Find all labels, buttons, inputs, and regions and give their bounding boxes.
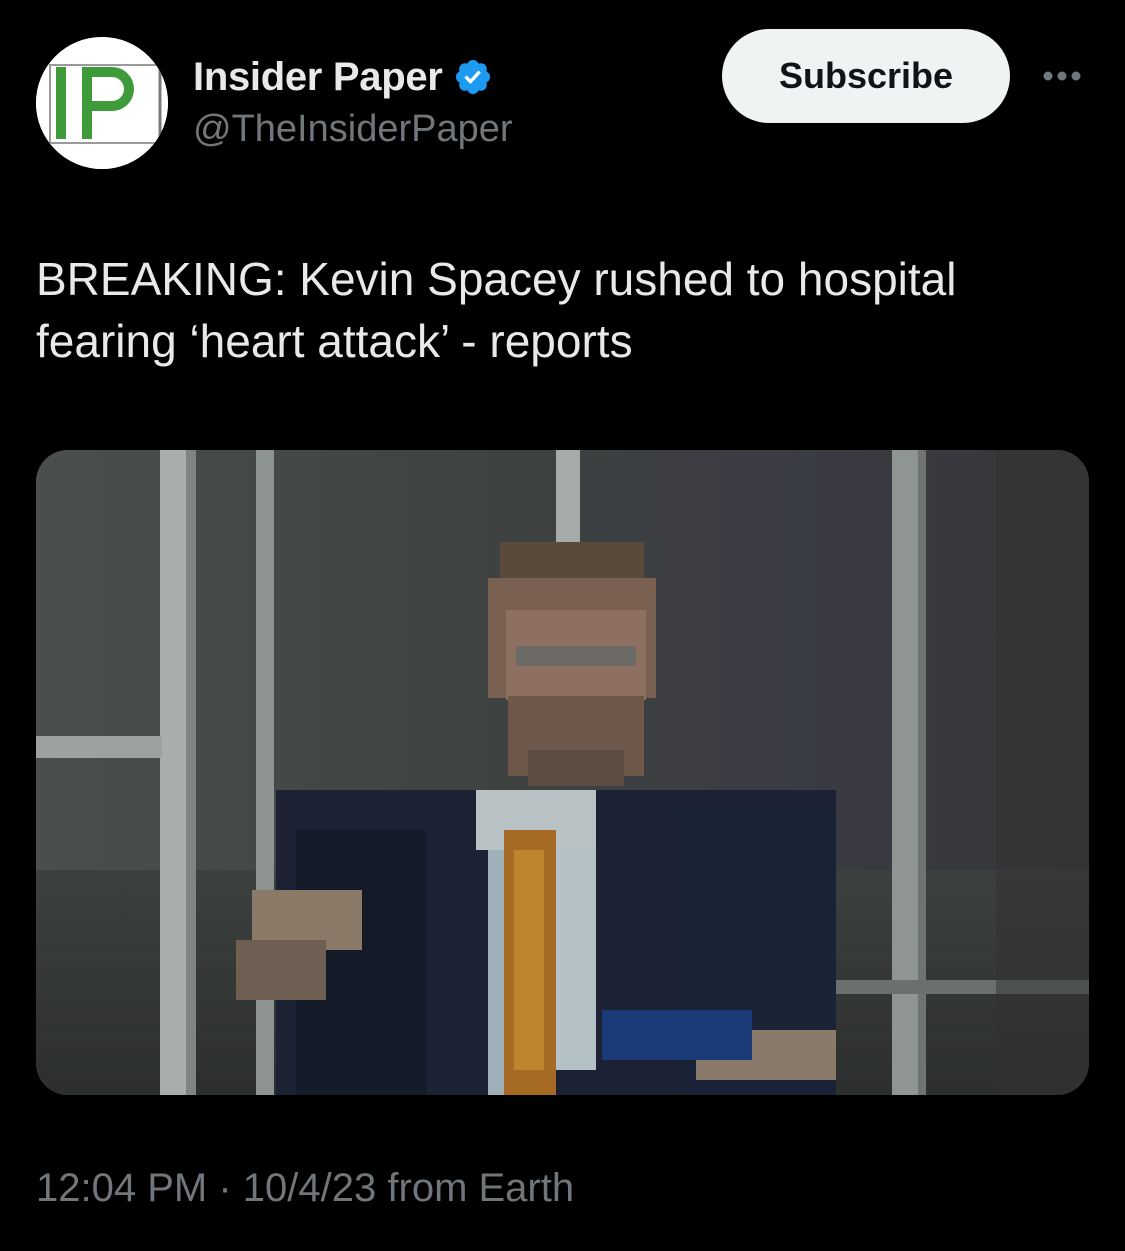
display-name[interactable]: Insider Paper — [193, 55, 443, 100]
photo-image — [36, 450, 1089, 1095]
display-name-row: Insider Paper — [193, 50, 513, 104]
tweet-date[interactable]: 10/4/23 — [243, 1166, 376, 1210]
verified-badge-icon[interactable] — [453, 57, 493, 97]
more-options-button[interactable] — [1036, 56, 1088, 96]
more-horizontal-icon — [1043, 71, 1081, 81]
insider-paper-logo — [36, 37, 168, 169]
tweet-time[interactable]: 12:04 PM — [36, 1166, 207, 1210]
tweet-text: BREAKING: Kevin Spacey rushed to hospita… — [36, 253, 957, 367]
tweet-location: from Earth — [387, 1166, 575, 1210]
tweet-photo[interactable] — [36, 450, 1089, 1095]
tweet-timestamp: 12:04 PM · 10/4/23 from Earth — [36, 1166, 574, 1211]
avatar[interactable] — [36, 37, 168, 169]
handle[interactable]: @TheInsiderPaper — [193, 108, 513, 151]
separator-dot: · — [218, 1166, 232, 1210]
author-info: Insider Paper @TheInsiderPaper — [193, 50, 513, 151]
subscribe-button[interactable]: Subscribe — [722, 29, 1010, 123]
